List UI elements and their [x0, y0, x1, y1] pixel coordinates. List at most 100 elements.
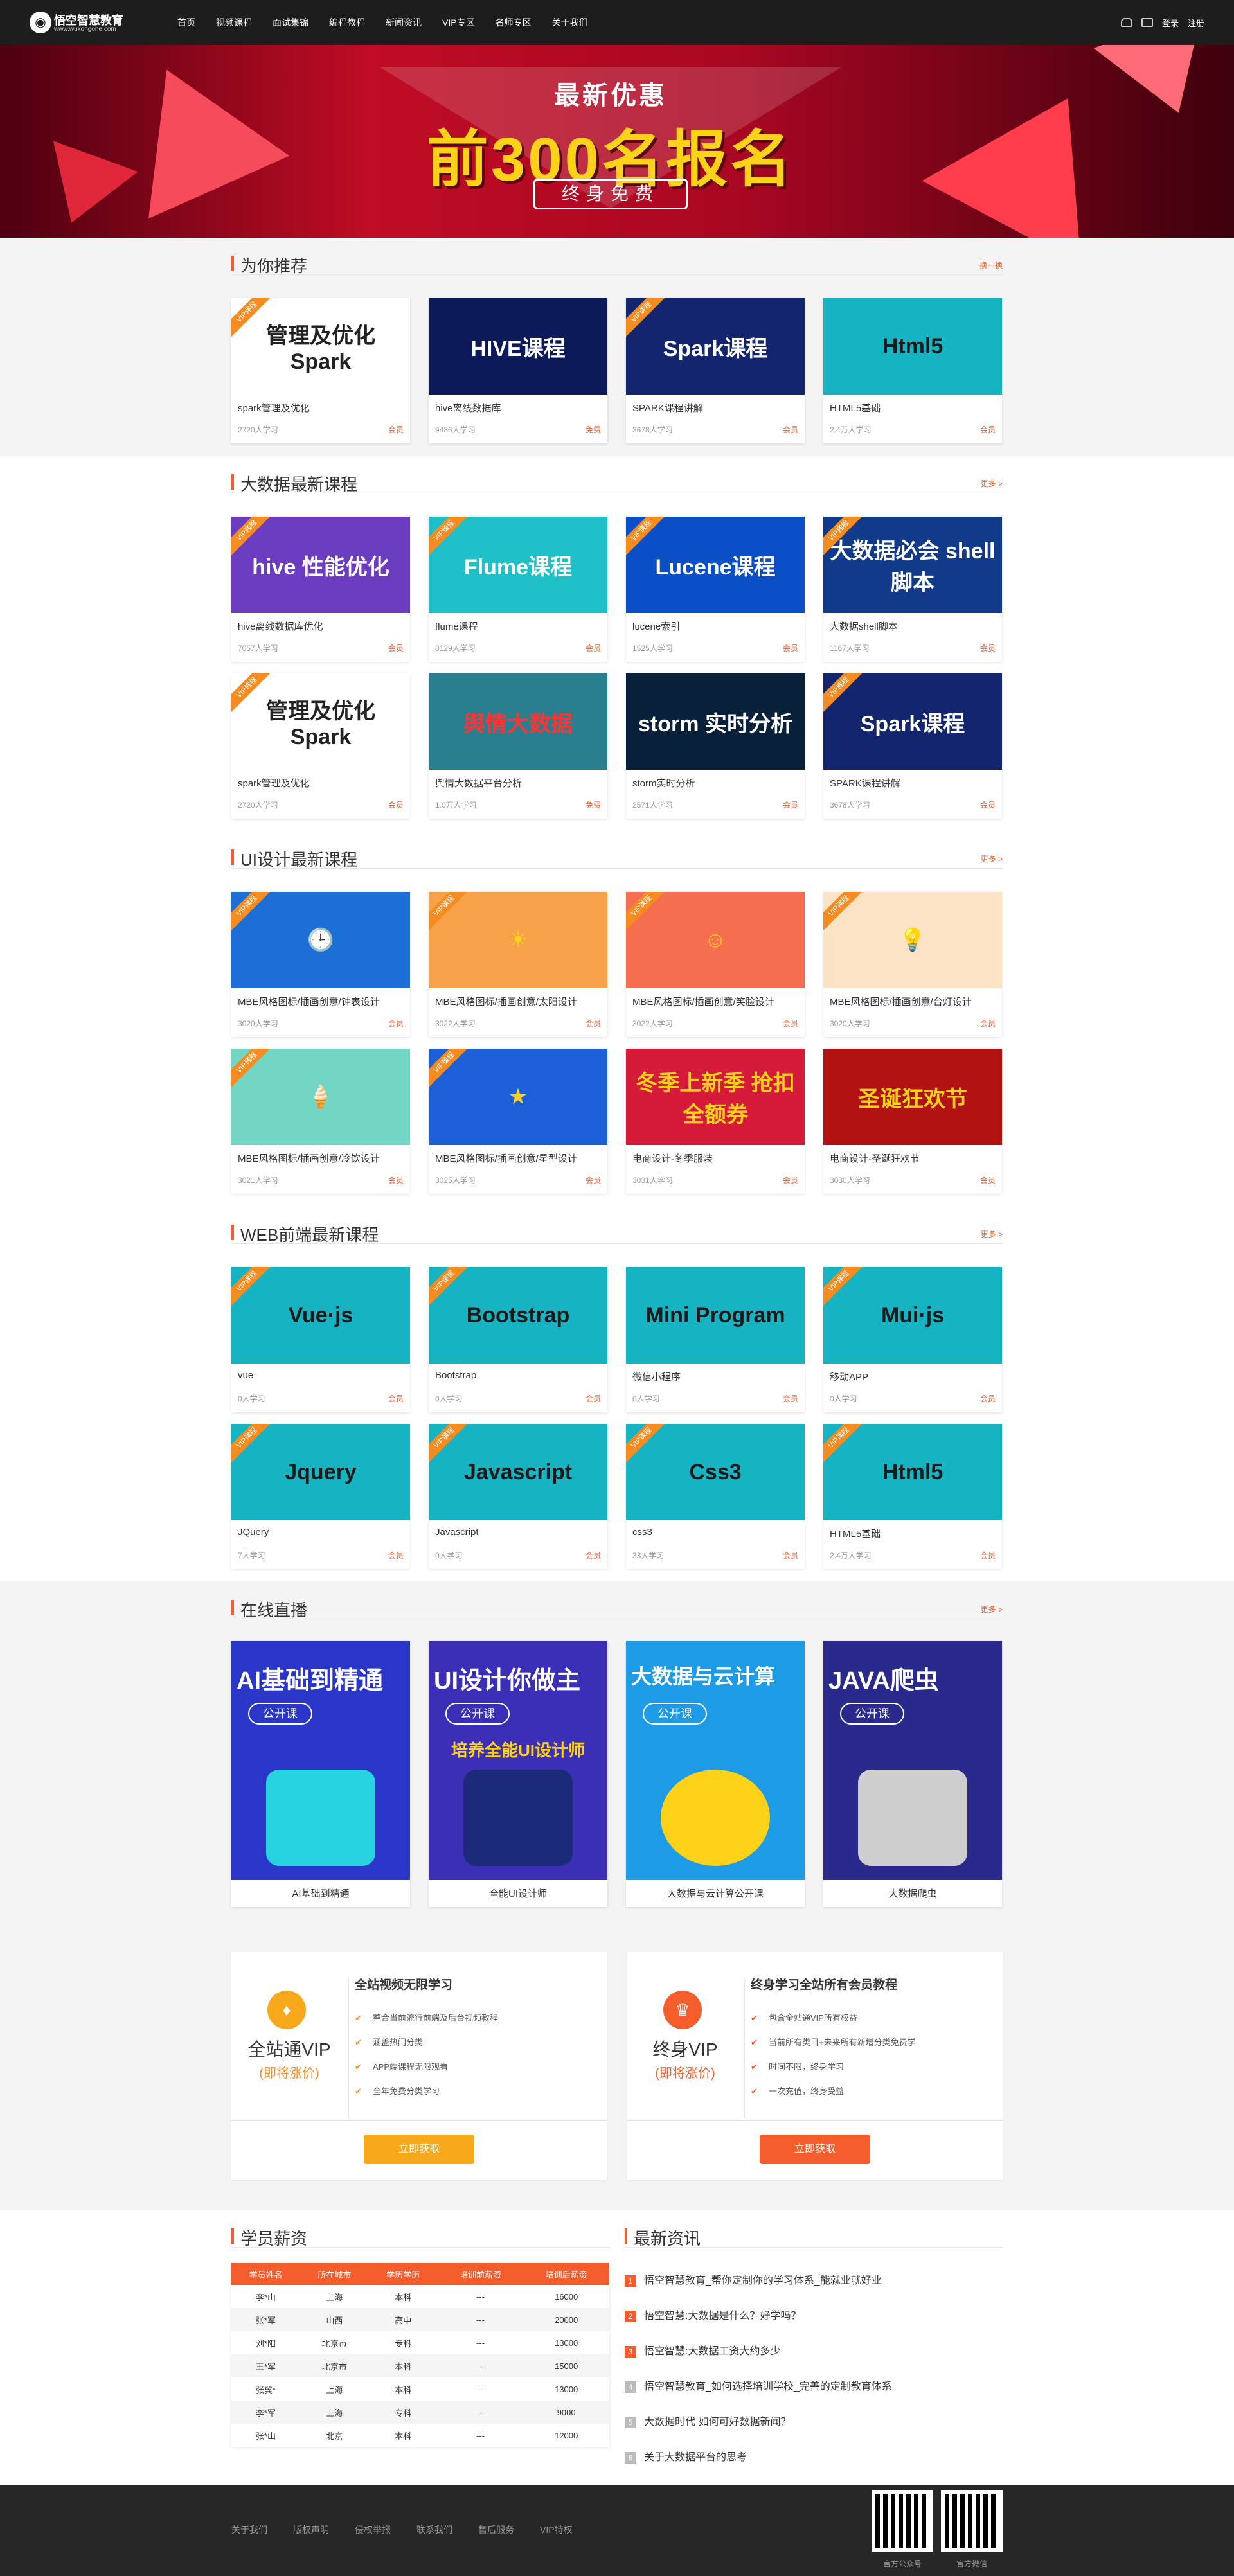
course-card[interactable]: 管理及优化 Spark VIP课程 spark管理及优化 2720人学习 会员 — [231, 673, 410, 819]
course-card[interactable]: 🕒 VIP课程 MBE风格图标/插画创意/钟表设计 3020人学习 会员 — [231, 892, 410, 1037]
footer-link-service[interactable]: 售后服务 — [478, 2523, 514, 2536]
more-link[interactable]: 更多 > — [981, 853, 1003, 864]
footer-link-about[interactable]: 关于我们 — [231, 2523, 267, 2536]
course-card[interactable]: 大数据必会 shell脚本 VIP课程 大数据shell脚本 1167人学习 会员 — [823, 517, 1002, 662]
course-card[interactable]: 圣诞狂欢节 电商设计-圣诞狂欢节 3030人学习 会员 — [823, 1049, 1002, 1194]
get-vip-button[interactable]: 立即获取 — [364, 2135, 474, 2164]
course-card[interactable]: Bootstrap VIP课程 Bootstrap 0人学习 会员 — [429, 1267, 607, 1412]
learner-count: 8129人学习 — [435, 644, 476, 653]
news-item[interactable]: 2 悟空智慧:大数据是什么？好学吗？ — [625, 2298, 1003, 2334]
course-card[interactable]: Mini Program 微信小程序 0人学习 会员 — [626, 1267, 805, 1412]
course-card[interactable]: ☺ VIP课程 MBE风格图标/插画创意/笑脸设计 3022人学习 会员 — [626, 892, 805, 1037]
live-card[interactable]: 大数据与云计算 公开课 大数据与云计算公开课 — [626, 1641, 805, 1907]
course-card[interactable]: Css3 VIP课程 css3 33人学习 会员 — [626, 1424, 805, 1569]
course-card[interactable]: ☀ VIP课程 MBE风格图标/插画创意/太阳设计 3022人学习 会员 — [429, 892, 607, 1037]
course-card[interactable]: hive 性能优化 VIP课程 hive离线数据库优化 7057人学习 会员 — [231, 517, 410, 662]
more-link[interactable]: 更多 > — [981, 478, 1003, 489]
more-link[interactable]: 更多 > — [981, 1604, 1003, 1615]
get-vip-button[interactable]: 立即获取 — [760, 2135, 870, 2164]
nav-item-interviews[interactable]: 面试集锦 — [273, 0, 308, 45]
login-link[interactable]: 登录 — [1162, 17, 1179, 29]
vip-name: 终身VIP — [652, 2039, 718, 2059]
nav-item-teachers[interactable]: 名师专区 — [496, 0, 532, 45]
column-header: 培训后薪资 — [523, 2263, 609, 2285]
table-cell: 9000 — [523, 2401, 609, 2424]
salary-table: 学员姓名 所在城市 学历学历 培训前薪资 培训后薪资 李*山 上海 本科 --- 160… — [231, 2263, 609, 2447]
live-card-name: 大数据爬虫 — [888, 1888, 937, 1899]
qr-label: 官方公众号 — [882, 2559, 922, 2568]
learner-count: 3020人学习 — [830, 1019, 870, 1028]
register-link[interactable]: 注册 — [1188, 17, 1204, 29]
live-card[interactable]: JAVA爬虫 公开课 大数据爬虫 — [823, 1641, 1002, 1907]
user-icon[interactable] — [1120, 18, 1132, 27]
footer-link-copyright[interactable]: 版权声明 — [293, 2523, 329, 2536]
course-card[interactable]: HIVE课程 hive离线数据库 9486人学习 免费 — [429, 298, 607, 443]
price-tag: 会员 — [782, 801, 798, 810]
course-card[interactable]: storm 实时分析 storm实时分析 2571人学习 会员 — [626, 673, 805, 819]
nav-item-about[interactable]: 关于我们 — [552, 0, 588, 45]
table-row: 王*军 北京市 本科 --- 15000 — [231, 2354, 609, 2377]
course-thumbnail: Html5 VIP课程 — [823, 1424, 1002, 1520]
news-item[interactable]: 1 悟空智慧教育_帮你定制你的学习体系_能就业就好业 — [625, 2263, 1003, 2298]
course-card[interactable]: Html5 HTML5基础 2.4万人学习 会员 — [823, 298, 1002, 443]
mail-icon[interactable] — [1141, 18, 1153, 27]
course-card[interactable]: 🍦 VIP课程 MBE风格图标/插画创意/冷饮设计 3021人学习 会员 — [231, 1049, 410, 1194]
section-title: 最新资讯 — [634, 2229, 701, 2248]
course-card[interactable]: Vue·js VIP课程 vue 0人学习 会员 — [231, 1267, 410, 1412]
thumbnail-title: ★ — [508, 1085, 528, 1109]
thumbnail-title: 舆情大数据 — [463, 711, 573, 736]
course-card[interactable]: Jquery VIP课程 JQuery 7人学习 会员 — [231, 1424, 410, 1569]
course-card[interactable]: Lucene课程 VIP课程 lucene索引 1525人学习 会员 — [626, 517, 805, 662]
price-tag: 会员 — [979, 1176, 996, 1185]
news-item[interactable]: 6 关于大数据平台的思考 — [625, 2440, 1003, 2475]
nav-item-home[interactable]: 首页 — [177, 0, 195, 45]
news-item[interactable]: 4 悟空智慧教育_如何选择培训学校_完善的定制教育体系 — [625, 2369, 1003, 2404]
course-card[interactable]: 管理及优化 Spark VIP课程 spark管理及优化 2720人学习 会员 — [231, 298, 410, 443]
nav-item-vip[interactable]: VIP专区 — [442, 0, 475, 45]
section-header: 在线直播 更多 > — [231, 1596, 1003, 1620]
course-card[interactable]: Mui·js VIP课程 移动APP 0人学习 会员 — [823, 1267, 1002, 1412]
more-link[interactable]: 更多 > — [981, 1229, 1003, 1239]
check-icon: ✔ — [355, 2038, 362, 2047]
footer-link-report[interactable]: 侵权举报 — [355, 2523, 391, 2536]
section-accent-bar — [231, 474, 234, 490]
learner-count: 1525人学习 — [632, 644, 673, 653]
course-card[interactable]: 冬季上新季 抢扣全额券 电商设计-冬季服装 3031人学习 会员 — [626, 1049, 805, 1194]
live-card[interactable]: UI设计你做主 公开课 培养全能UI设计师 全能UI设计师 — [429, 1641, 607, 1907]
news-item[interactable]: 5 大数据时代 如何可好数据新闻？ — [625, 2404, 1003, 2440]
course-card[interactable]: Flume课程 VIP课程 flume课程 8129人学习 会员 — [429, 517, 607, 662]
live-poster: AI基础到精通 公开课 — [231, 1641, 410, 1880]
live-card-name: AI基础到精通 — [292, 1888, 350, 1899]
column-header: 学历学历 — [368, 2263, 438, 2285]
benefit-item: ✔ 时间不限，终身学习 — [751, 2055, 916, 2079]
thumbnail-title: Flume课程 — [463, 555, 573, 580]
course-card[interactable]: Javascript VIP课程 Javascript 0人学习 会员 — [429, 1424, 607, 1569]
course-card[interactable]: Spark课程 VIP课程 SPARK课程讲解 3678人学习 会员 — [626, 298, 805, 443]
nav-item-news[interactable]: 新闻资讯 — [386, 0, 422, 45]
footer-link-contact[interactable]: 联系我们 — [416, 2523, 452, 2536]
qr-code-icon — [872, 2490, 933, 2552]
nav-item-video-courses[interactable]: 视频课程 — [216, 0, 252, 45]
course-name: 舆情大数据平台分析 — [435, 778, 523, 789]
footer-link-vip[interactable]: VIP特权 — [540, 2523, 573, 2536]
course-card[interactable]: Spark课程 VIP课程 SPARK课程讲解 3678人学习 会员 — [823, 673, 1002, 819]
rank-badge: 5 — [625, 2416, 636, 2428]
course-card[interactable]: ★ VIP课程 MBE风格图标/插画创意/星型设计 3025人学习 会员 — [429, 1049, 607, 1194]
live-card[interactable]: AI基础到精通 公开课 AI基础到精通 — [231, 1641, 410, 1907]
course-card[interactable]: Html5 VIP课程 HTML5基础 2.4万人学习 会员 — [823, 1424, 1002, 1569]
check-icon: ✔ — [355, 2062, 362, 2072]
course-card[interactable]: 舆情大数据 舆情大数据平台分析 1.0万人学习 免费 — [429, 673, 607, 819]
check-icon: ✔ — [751, 2086, 758, 2096]
site-logo[interactable]: ◉ 悟空智慧教育 www.wukongone.com — [30, 10, 132, 36]
poster-illustration — [661, 1770, 770, 1866]
course-card[interactable]: 💡 VIP课程 MBE风格图标/插画创意/台灯设计 3020人学习 会员 — [823, 892, 1002, 1037]
thumbnail-title: hive 性能优化 — [252, 555, 389, 580]
course-name: Javascript — [435, 1527, 479, 1538]
check-icon: ✔ — [355, 2086, 362, 2096]
refresh-link[interactable]: 换一换 — [979, 260, 1003, 271]
thumbnail-title: Html5 — [882, 1459, 943, 1484]
nav-item-tutorials[interactable]: 编程教程 — [329, 0, 365, 45]
table-cell: --- — [476, 2291, 485, 2302]
news-item[interactable]: 3 悟空智慧:大数据工资大约多少 — [625, 2334, 1003, 2369]
promo-banner[interactable]: 最新优惠 前300名报名 终身免费 — [0, 45, 1234, 238]
